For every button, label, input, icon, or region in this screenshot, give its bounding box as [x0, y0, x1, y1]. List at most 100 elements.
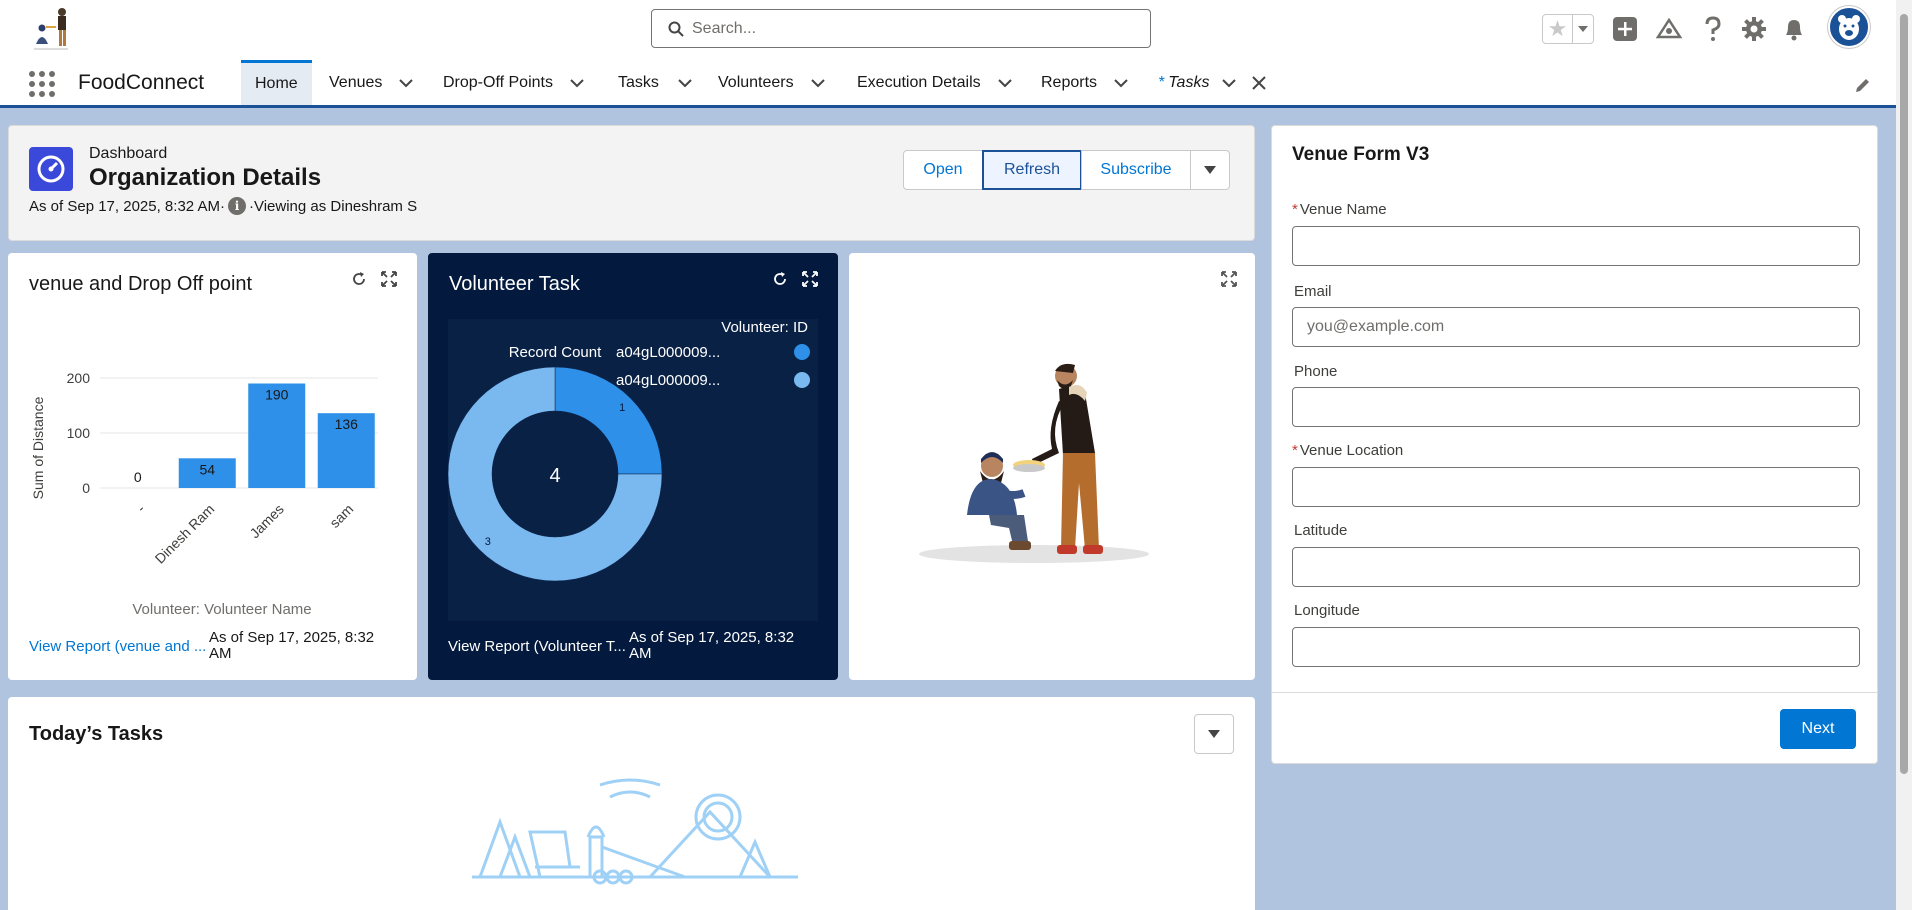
view-report-link[interactable]: View Report (venue and ... [29, 638, 206, 655]
legend-label: a04gL000009... [616, 372, 720, 389]
legend-title: Volunteer: ID [721, 319, 808, 336]
slice-label: 1 [619, 402, 625, 414]
dashboard-title: Organization Details [89, 164, 322, 191]
dashboard-type-label: Dashboard [89, 145, 168, 162]
chevron-down-icon[interactable] [1221, 75, 1237, 91]
global-header: Search... ★ [0, 0, 1912, 58]
venue-name-input[interactable] [1292, 226, 1860, 266]
dashboard-button-group: Open Refresh Subscribe [903, 150, 1230, 190]
field-label-text: Venue Location [1299, 442, 1404, 459]
field-label-text: Latitude [1294, 522, 1348, 539]
refresh-icon[interactable] [351, 271, 367, 292]
tab-label: Drop-Off Points [443, 73, 553, 91]
app-launcher-icon[interactable] [28, 70, 58, 100]
setup-gear-icon[interactable] [1740, 15, 1768, 43]
x-tick-label: James [246, 501, 286, 541]
email-label: Email [1292, 283, 1332, 300]
org-logo[interactable] [20, 4, 80, 54]
favorite-star-icon[interactable]: ★ [1543, 15, 1573, 43]
tab-tasks-temp[interactable]: * Tasks [1158, 60, 1237, 105]
tab-volunteers[interactable]: Volunteers [718, 60, 826, 105]
slice-label: 3 [485, 536, 491, 548]
x-tick-label: sam [326, 501, 356, 531]
chevron-down-icon [1204, 166, 1216, 174]
tab-home[interactable]: Home [241, 60, 312, 105]
tab-tasks[interactable]: Tasks [618, 60, 693, 105]
required-marker: * [1292, 201, 1298, 218]
widget-icons [351, 271, 397, 292]
tab-drop-off-points[interactable]: Drop-Off Points [443, 60, 585, 105]
y-tick-label: 200 [67, 370, 91, 386]
donut-chart: Record Count Volunteer: ID 4 1 a04gL00000… [448, 319, 818, 621]
chevron-down-icon[interactable] [569, 75, 585, 91]
y-tick-label: 100 [67, 425, 91, 441]
help-icon[interactable] [1699, 15, 1727, 43]
tab-label: Reports [1041, 73, 1098, 91]
page-scrollbar[interactable] [1896, 0, 1912, 910]
y-axis-label: Sum of Distance [30, 396, 46, 499]
tasks-title: Today’s Tasks [29, 723, 164, 745]
info-icon[interactable]: i [227, 197, 246, 215]
venue-location-label: * Venue Location [1292, 442, 1403, 459]
todays-tasks-card: Today’s Tasks [8, 697, 1255, 910]
edit-nav-pencil-icon[interactable] [1854, 76, 1872, 94]
refresh-button[interactable]: Refresh [982, 150, 1082, 190]
dashboard-subtitle: As of Sep 17, 2025, 8:32 AM· i ·Viewing … [29, 197, 417, 215]
tab-venues[interactable]: Venues [329, 60, 414, 105]
view-report-link[interactable]: View Report (Volunteer T... [448, 638, 626, 655]
scrollbar-thumb[interactable] [1900, 14, 1908, 774]
open-button[interactable]: Open [903, 150, 983, 190]
expand-icon[interactable] [381, 271, 397, 292]
notifications-bell-icon[interactable] [1780, 15, 1808, 43]
search-placeholder: Search... [692, 19, 757, 37]
favorites-dropdown-icon[interactable] [1573, 15, 1593, 43]
bar-data-label: 0 [134, 469, 142, 485]
refresh-icon[interactable] [772, 271, 788, 292]
tab-execution-details[interactable]: Execution Details [857, 60, 1013, 105]
chevron-down-icon[interactable] [398, 75, 414, 91]
email-input[interactable]: you@example.com [1292, 307, 1860, 347]
chevron-down-icon[interactable] [810, 75, 826, 91]
global-actions-add-icon[interactable] [1611, 15, 1639, 43]
form-divider [1272, 692, 1877, 693]
close-tab-icon[interactable] [1250, 74, 1268, 92]
longitude-input[interactable] [1292, 627, 1860, 667]
donut-total: 4 [549, 465, 560, 487]
app-nav-bar: FoodConnect Home Venues Drop-Off Points … [0, 58, 1912, 108]
x-tick-label: Dinesh Ram [152, 501, 218, 567]
next-button[interactable]: Next [1780, 709, 1856, 749]
form-title: Venue Form V3 [1292, 144, 1430, 165]
tab-reports[interactable]: Reports [1041, 60, 1129, 105]
trailhead-icon[interactable] [1655, 15, 1683, 43]
tasks-dropdown-button[interactable] [1194, 714, 1234, 754]
widget-title: Volunteer Task [449, 273, 580, 295]
phone-input[interactable] [1292, 387, 1860, 427]
as-of-text: As of Sep 17, 2025, 8:32 AM· [29, 197, 225, 215]
tab-label: Home [255, 75, 298, 92]
tab-label: Volunteers [718, 73, 794, 91]
chevron-down-icon[interactable] [1113, 75, 1129, 91]
chevron-down-icon[interactable] [997, 75, 1013, 91]
venue-form-card: Venue Form V3 * Venue Name Email you@exam… [1271, 125, 1878, 764]
widget-timestamp: As of Sep 17, 2025, 8:32 AM [209, 629, 375, 662]
tab-label: Venues [329, 73, 383, 91]
expand-icon[interactable] [802, 271, 818, 292]
y-tick-label: 0 [82, 480, 90, 496]
image-widget [849, 253, 1255, 680]
subscribe-button[interactable]: Subscribe [1081, 150, 1191, 190]
more-actions-button[interactable] [1190, 150, 1230, 190]
venue-location-input[interactable] [1292, 467, 1860, 507]
search-icon [668, 21, 684, 37]
latitude-input[interactable] [1292, 547, 1860, 587]
field-label-text: Longitude [1294, 602, 1360, 619]
global-search-input[interactable]: Search... [651, 9, 1151, 48]
legend-label: a04gL000009... [616, 344, 720, 361]
bar-data-label: 54 [199, 461, 215, 477]
record-count-label: Record Count [509, 344, 602, 361]
widget-timestamp: As of Sep 17, 2025, 8:32 AM [629, 629, 795, 662]
user-avatar[interactable] [1828, 6, 1870, 48]
phone-label: Phone [1292, 363, 1337, 380]
latitude-label: Latitude [1292, 522, 1347, 539]
chevron-down-icon[interactable] [677, 75, 693, 91]
field-label-text: Venue Name [1299, 201, 1387, 218]
